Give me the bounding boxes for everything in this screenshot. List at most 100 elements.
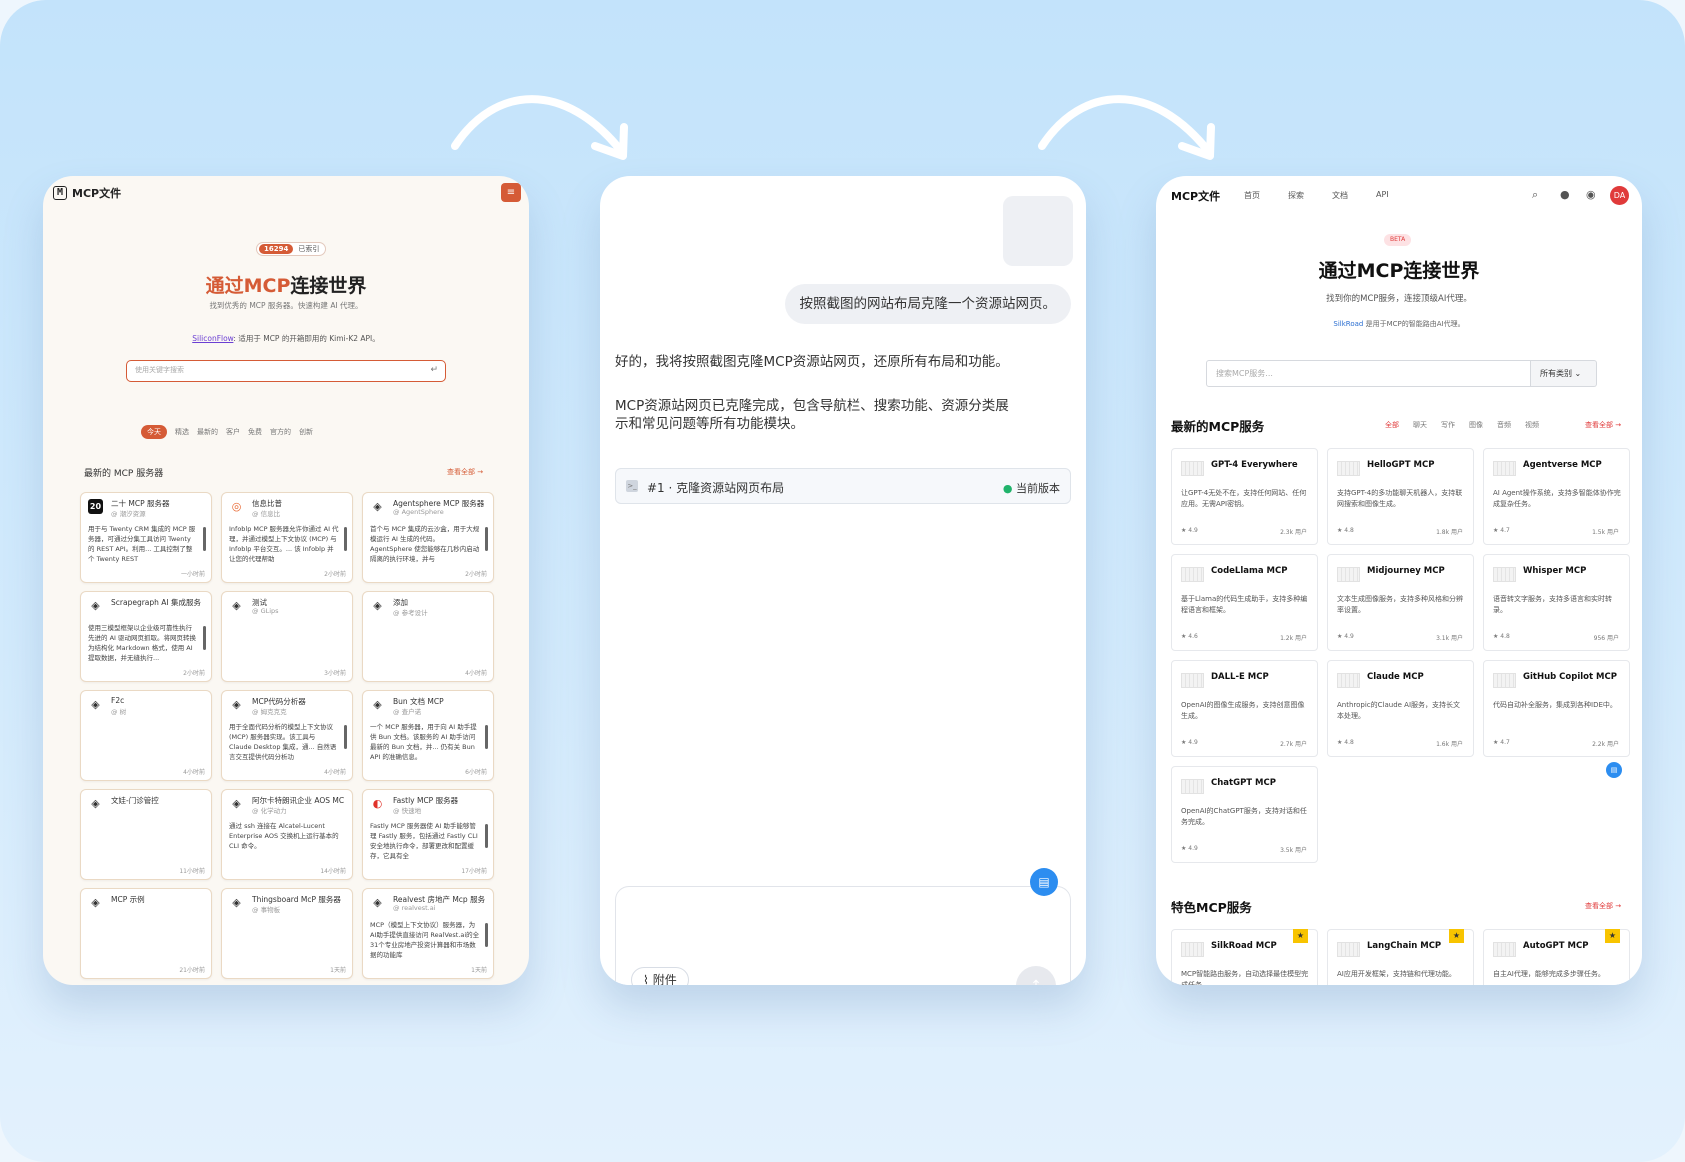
- service-name: ChatGPT MCP: [1211, 778, 1276, 788]
- server-card[interactable]: ◎ 信息比普 @ 信息比 Infoblp MCP 服务器允许你通过 AI 代理，并通过…: [221, 492, 353, 583]
- service-card[interactable]: Claude MCP Anthropic的Claude AI服务，支持长文本处理。…: [1327, 660, 1474, 757]
- help-icon[interactable]: ◉: [1586, 188, 1596, 201]
- search-input[interactable]: 使用关键字搜索 ↵: [126, 360, 446, 382]
- tab-video[interactable]: 视频: [1525, 420, 1539, 430]
- card-scrollbar[interactable]: [344, 725, 347, 749]
- version-status: ● 当前版本: [1003, 480, 1060, 496]
- see-all-link[interactable]: 查看全部 →: [1585, 901, 1621, 911]
- server-card[interactable]: ◈ MCP代码分析器 @ 姆克克克 用于全面代码分析的模型上下文协议 (MCP) 服务…: [221, 690, 353, 781]
- service-thumbnail: [1181, 942, 1204, 957]
- featured-section-title: 特色MCP服务: [1171, 900, 1252, 915]
- service-card[interactable]: DALL-E MCP OpenAI的图像生成服务，支持创意图像生成。 ★ 4.9 2.…: [1171, 660, 1318, 757]
- tab-official[interactable]: 官方的: [270, 427, 291, 437]
- server-card[interactable]: ◈ Bun 文档 MCP @ 查户诺 一个 MCP 服务器，用于向 AI 助手提供 B…: [362, 690, 494, 781]
- nav-home[interactable]: 首页: [1244, 190, 1260, 201]
- server-author: @ 姆克克克: [252, 708, 287, 716]
- server-card[interactable]: ◈ 添加 @ 参考设计 4小时前: [362, 591, 494, 682]
- tab-chat[interactable]: 聊天: [1413, 420, 1427, 430]
- tab-writing[interactable]: 写作: [1441, 420, 1455, 430]
- tab-featured[interactable]: 精选: [175, 427, 189, 437]
- nav-docs[interactable]: 文档: [1332, 190, 1348, 201]
- search-icon[interactable]: ⌕: [1532, 188, 1538, 202]
- service-thumbnail: [1181, 567, 1204, 582]
- service-card[interactable]: Agentverse MCP AI Agent操作系统，支持多智能体协作完成复杂任…: [1483, 448, 1630, 545]
- featured-service-card[interactable]: ★ LangChain MCP AI应用开发框架，支持链和代理功能。: [1327, 929, 1474, 985]
- brand-name[interactable]: MCP文件: [1171, 188, 1220, 204]
- see-all-link[interactable]: 查看全部 →: [1585, 420, 1621, 430]
- server-card[interactable]: ◈ F2c @ 树 4小时前: [80, 690, 212, 781]
- service-description: OpenAI的图像生成服务，支持创意图像生成。: [1181, 701, 1305, 720]
- server-card[interactable]: ◈ MCP 示例 21小时前: [80, 888, 212, 979]
- server-name: F2c: [111, 696, 125, 705]
- server-time: 14小时前: [320, 868, 346, 875]
- service-card[interactable]: CodeLlama MCP 基于Llama的代码生成助手，支持多种编程语言和框架。…: [1171, 554, 1318, 651]
- sponsor-link[interactable]: SiliconFlow: [192, 334, 233, 343]
- server-logo-icon: ◈: [232, 599, 241, 612]
- server-card[interactable]: ◐ Fastly MCP 服务器 @ 快速地 Fastly MCP 服务器使 AI 助…: [362, 789, 494, 880]
- card-scrollbar[interactable]: [485, 725, 488, 749]
- service-description: 文本生成图像服务，支持多种风格和分辨率设置。: [1337, 595, 1463, 614]
- server-card[interactable]: ◈ Thingsboard McP 服务器 @ 事物板 1天前: [221, 888, 353, 979]
- user-message: 按照截图的网站布局克隆一个资源站网页。: [784, 284, 1071, 324]
- service-name: GPT-4 Everywhere: [1211, 460, 1298, 470]
- sponsor-link[interactable]: SilkRoad: [1333, 320, 1363, 328]
- server-card[interactable]: ◈ 文娃-门诊管控 11小时前: [80, 789, 212, 880]
- service-description: AI Agent操作系统，支持多智能体协作完成复杂任务。: [1493, 489, 1621, 508]
- menu-icon[interactable]: ≡: [501, 183, 521, 202]
- card-scrollbar[interactable]: [485, 527, 488, 551]
- sponsor-line: SiliconFlow: 适用于 MCP 的开箱即用的 Kimi-K2 API。: [43, 333, 529, 344]
- service-card[interactable]: ChatGPT MCP OpenAI的ChatGPT服务，支持对话和任务完成。 ★ …: [1171, 766, 1318, 863]
- latest-service-grid: GPT-4 Everywhere 让GPT-4无处不在，支持任何网站、任何应用。无…: [1171, 448, 1630, 863]
- tab-clients[interactable]: 客户: [226, 427, 240, 437]
- server-card[interactable]: ◈ Scrapegraph AI 集成服务 使用三模型框架以企业级可靠性执行先进的 …: [80, 591, 212, 682]
- service-card[interactable]: HelloGPT MCP 支持GPT-4的多功能聊天机器人，支持联网搜索和图像生成…: [1327, 448, 1474, 545]
- tab-latest[interactable]: 最新的: [197, 427, 218, 437]
- server-card[interactable]: 20 二十 MCP 服务器 @ 潮汐资源 用于与 Twenty CRM 集成的 MCP…: [80, 492, 212, 583]
- search-input[interactable]: 搜索MCP服务...: [1206, 360, 1531, 387]
- category-select[interactable]: 所有类别 ⌄: [1531, 360, 1597, 387]
- enter-icon[interactable]: ↵: [430, 361, 438, 380]
- server-card[interactable]: ◈ 阿尔卡特朗讯企业 AOS MC @ 化学动力 通过 ssh 连接在 Alcatel…: [221, 789, 353, 880]
- avatar[interactable]: DA: [1610, 186, 1629, 205]
- server-card[interactable]: ◈ 测试 @ GLips 3小时前: [221, 591, 353, 682]
- service-card[interactable]: GPT-4 Everywhere 让GPT-4无处不在，支持任何网站、任何应用。无…: [1171, 448, 1318, 545]
- tab-image[interactable]: 图像: [1469, 420, 1483, 430]
- tab-innovative[interactable]: 创新: [299, 427, 313, 437]
- server-name: Scrapegraph AI 集成服务: [111, 598, 202, 607]
- service-users: 956 用户: [1593, 635, 1619, 642]
- server-author: @ GLips: [252, 607, 279, 615]
- assistant-reply: 好的，我将按照截图克隆MCP资源站网页，还原所有布局和功能。: [615, 354, 1009, 370]
- page-title: 通过MCP连接世界: [43, 271, 529, 298]
- tab-audio[interactable]: 音频: [1497, 420, 1511, 430]
- bell-icon[interactable]: ●: [1560, 188, 1570, 201]
- server-time: 4小时前: [465, 670, 487, 677]
- server-card[interactable]: ◈ Realvest 房地产 Mcp 服务 @ realvest.ai MCP（模型上…: [362, 888, 494, 979]
- tab-free[interactable]: 免费: [248, 427, 262, 437]
- card-scrollbar[interactable]: [344, 527, 347, 551]
- category-label: 所有类别: [1540, 369, 1572, 378]
- version-card[interactable]: >_ #1 · 克隆资源站网页布局 ● 当前版本: [615, 468, 1071, 504]
- nav-explore[interactable]: 探索: [1288, 190, 1304, 201]
- featured-service-card[interactable]: ★ AutoGPT MCP 自主AI代理，能够完成多步骤任务。: [1483, 929, 1630, 985]
- chat-bubble-icon[interactable]: ▤: [1030, 868, 1058, 896]
- card-scrollbar[interactable]: [203, 626, 206, 650]
- featured-service-card[interactable]: ★ SilkRoad MCP MCP智能路由服务，自动选择最佳模型完成任务。: [1171, 929, 1318, 985]
- see-all-link[interactable]: 查看全部 →: [447, 467, 483, 477]
- nav-api[interactable]: API: [1376, 190, 1389, 201]
- attach-button[interactable]: ⌇ 附件: [631, 967, 689, 985]
- card-scrollbar[interactable]: [485, 824, 488, 848]
- service-card[interactable]: Whisper MCP 语音转文字服务，支持多语言和实时转录。 ★ 4.8 956 用…: [1483, 554, 1630, 651]
- service-card[interactable]: GitHub Copilot MCP 代码自动补全服务，集成到各种IDE中。 ★ 4…: [1483, 660, 1630, 757]
- brand-name[interactable]: MCP文件: [72, 185, 121, 201]
- server-description: 通过 ssh 连接在 Alcatel-Lucent Enterprise AOS…: [229, 822, 339, 850]
- card-scrollbar[interactable]: [485, 923, 488, 947]
- server-time: 4小时前: [324, 769, 346, 776]
- screenshot-thumbnail[interactable]: [1003, 196, 1073, 266]
- tab-all[interactable]: 全部: [1385, 420, 1399, 430]
- tab-today[interactable]: 今天: [141, 425, 167, 439]
- service-card[interactable]: Midjourney MCP 文本生成图像服务，支持多种风格和分辨率设置。 ★ 4.…: [1327, 554, 1474, 651]
- chat-bubble-icon[interactable]: ▤: [1606, 762, 1622, 778]
- card-scrollbar[interactable]: [203, 527, 206, 551]
- server-card[interactable]: ◈ Agentsphere MCP 服务器 @ AgentSphere 首个与 MCP…: [362, 492, 494, 583]
- arrow-icon: [451, 95, 628, 160]
